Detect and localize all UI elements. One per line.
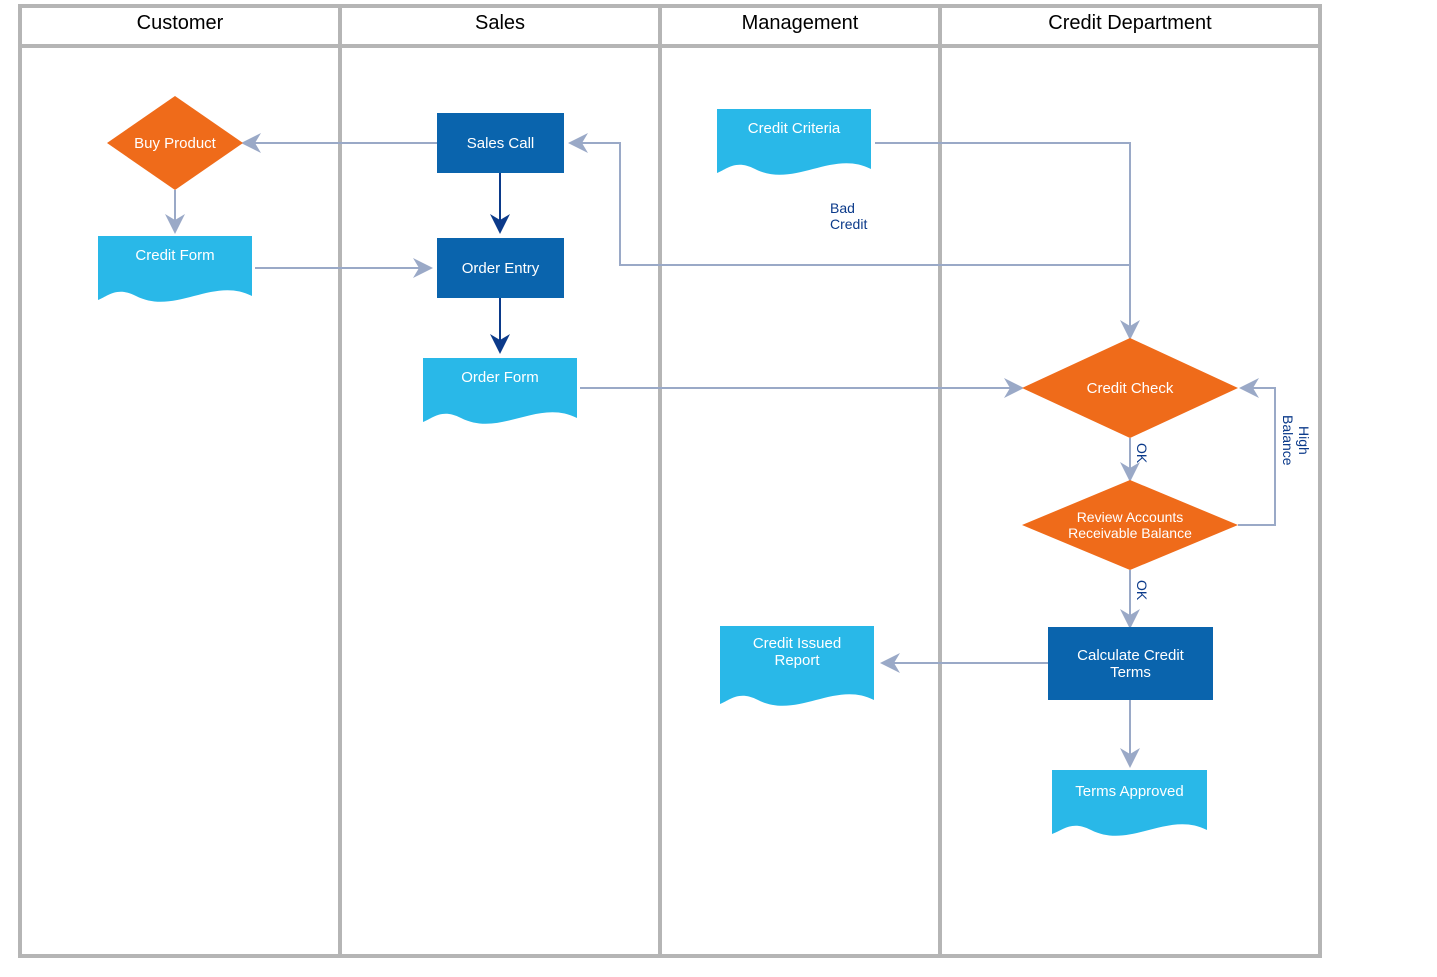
swimlane-diagram: Customer Sales Management Credit Departm… bbox=[0, 0, 1437, 977]
edge-label-ok-1: OK bbox=[1134, 443, 1150, 463]
lane-header-customer: Customer bbox=[20, 12, 340, 35]
lane-header-management: Management bbox=[660, 12, 940, 35]
lane-header-credit-department: Credit Department bbox=[940, 12, 1320, 35]
edge-label-high-balance: High Balance bbox=[1280, 415, 1312, 466]
high-balance-line1: High bbox=[1296, 426, 1312, 455]
high-balance-line2: Balance bbox=[1280, 415, 1296, 466]
bad-credit-line1: Bad bbox=[830, 200, 867, 216]
lane-header-sales: Sales bbox=[340, 12, 660, 35]
edge-label-ok-2: OK bbox=[1134, 580, 1150, 600]
bad-credit-line2: Credit bbox=[830, 216, 867, 232]
edge-label-bad-credit: Bad Credit bbox=[830, 200, 867, 232]
